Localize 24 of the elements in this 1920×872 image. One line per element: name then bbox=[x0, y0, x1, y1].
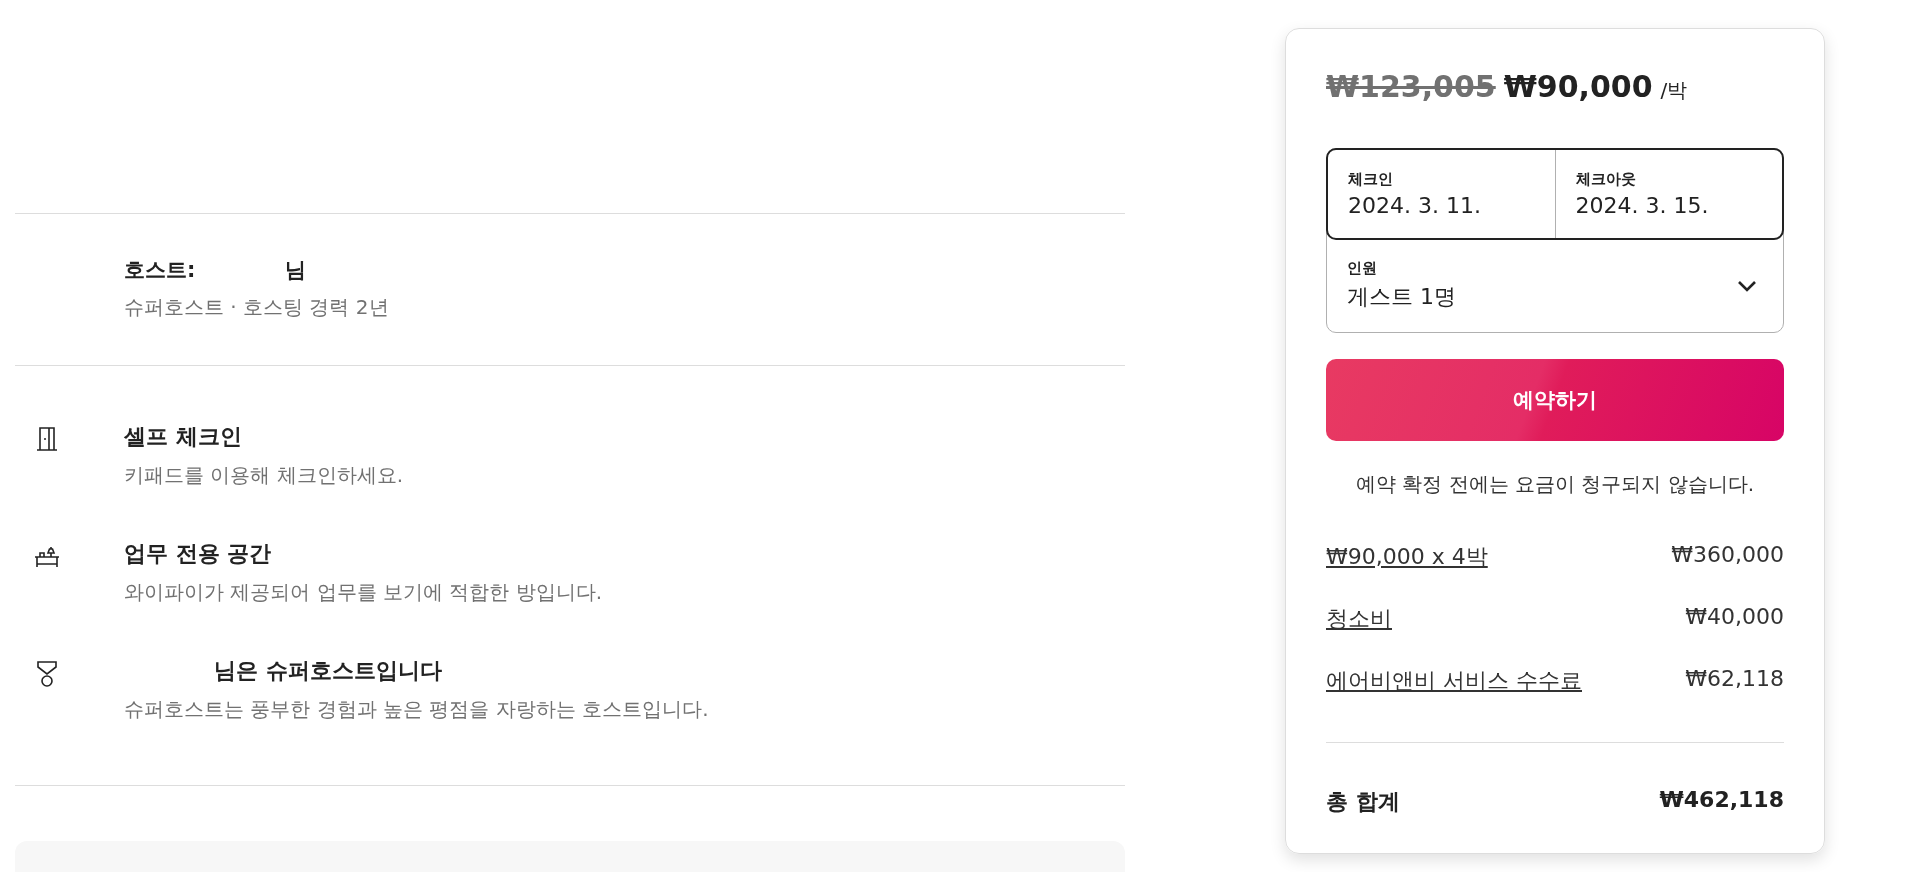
host-subtitle: 슈퍼호스트 · 호스팅 경력 2년 bbox=[124, 294, 390, 321]
fee-link[interactable]: ₩90,000 x 4박 bbox=[1326, 542, 1488, 572]
chevron-down-icon bbox=[1737, 279, 1757, 292]
total-label: 총 합계 bbox=[1326, 788, 1400, 816]
feature-title: 셀프 체크인 bbox=[124, 423, 242, 451]
charge-note: 예약 확정 전에는 요금이 청구되지 않습니다. bbox=[1354, 471, 1756, 498]
fee-amount: ₩360,000 bbox=[1671, 542, 1784, 569]
fee-link[interactable]: 청소비 bbox=[1326, 604, 1392, 634]
feature-title: 업무 전용 공간 bbox=[124, 540, 272, 568]
guests-dropdown[interactable]: 인원 게스트 1명 bbox=[1327, 239, 1783, 332]
host-title: 호스트: bbox=[124, 257, 196, 284]
per-night-label: /박 bbox=[1660, 77, 1688, 104]
total-amount: ₩462,118 bbox=[1659, 787, 1784, 814]
nightly-price: ₩90,000 bbox=[1503, 69, 1653, 104]
fee-amount: ₩40,000 bbox=[1685, 604, 1784, 631]
fee-link[interactable]: 에어비앤비 서비스 수수료 bbox=[1326, 666, 1582, 696]
feature-description: 와이파이가 제공되어 업무를 보기에 적합한 방입니다. bbox=[124, 579, 603, 606]
feature-description: 슈퍼호스트는 풍부한 경험과 높은 평점을 자랑하는 호스트입니다. bbox=[124, 696, 709, 723]
feature-title: 님은 슈퍼호스트입니다 bbox=[214, 657, 442, 685]
host-title-suffix: 님 bbox=[285, 257, 307, 284]
feature-description: 키패드를 이용해 체크인하세요. bbox=[124, 462, 404, 489]
fee-amount: ₩62,118 bbox=[1685, 666, 1784, 693]
original-price: ₩123,005 bbox=[1326, 69, 1496, 104]
reserve-button[interactable]: 예약하기 bbox=[1326, 359, 1784, 441]
